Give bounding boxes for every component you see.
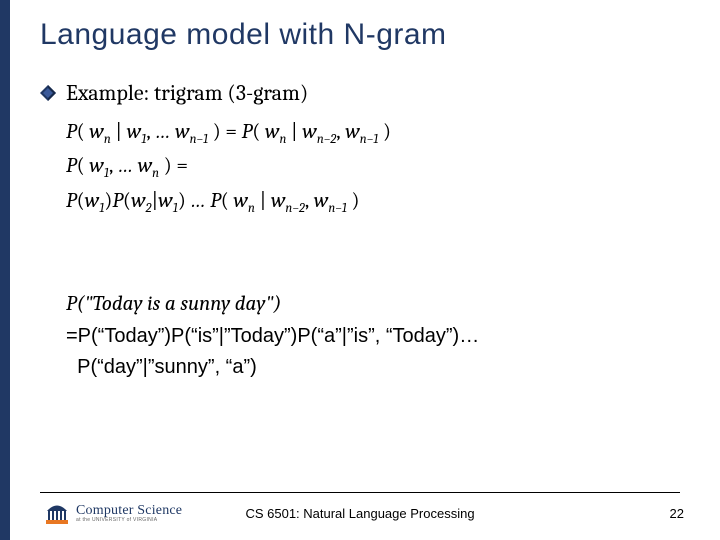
example-expansion-line2: P(“day”|”sunny”, “a”) (66, 352, 479, 383)
diamond-bullet-icon (40, 85, 56, 101)
eq1-rhs: = P( wn | wn−2, wn−1 ) (225, 120, 391, 144)
bullet-item-hidden: P("Today is a sunny day") =P(“Today”)P(“… (40, 288, 680, 383)
equation-1: P( wn | w1, … wn−1 ) = P( wn | wn−2, wn−… (66, 116, 680, 150)
slide-body: Example: trigram (3-gram) P( wn | w1, … … (40, 80, 680, 219)
page-number: 22 (670, 506, 684, 521)
slide-footer: Computer Science at the UNIVERSITY of VI… (0, 492, 720, 540)
footer-divider (40, 492, 680, 493)
bullet-item: Example: trigram (3-gram) (40, 80, 680, 106)
example-sentence: P("Today is a sunny day") (66, 288, 479, 321)
equation-2-lhs: P( w1, … wn ) = (66, 150, 680, 184)
slide-title: Language model with N-gram (40, 18, 447, 52)
example-label: Example: trigram (3-gram) (66, 80, 308, 106)
worked-example: P("Today is a sunny day") =P(“Today”)P(“… (40, 288, 680, 393)
example-expansion-line1: =P(“Today”)P(“is”|”Today”)P(“a”|”is”, “T… (66, 321, 479, 352)
equation-2-expansion: P(w1)P(w2|w1) … P( wn | wn−2, wn−1 ) (66, 185, 680, 219)
slide-accent-bar (0, 0, 10, 540)
footer-course: CS 6501: Natural Language Processing (0, 506, 720, 521)
eq1-lhs: P( wn | w1, … wn−1 ) (66, 120, 221, 144)
